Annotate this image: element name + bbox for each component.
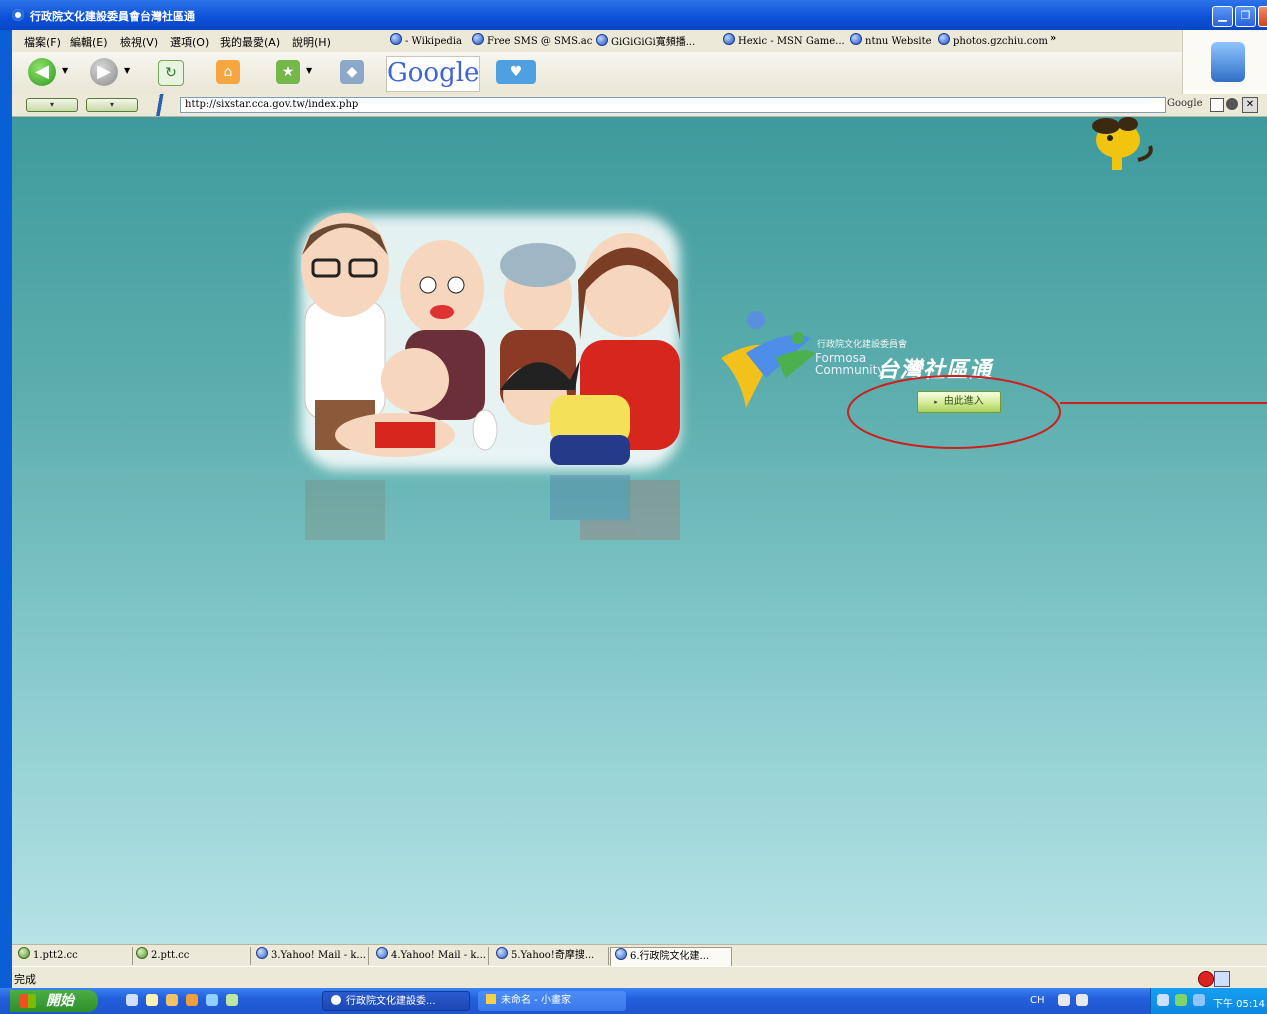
globe-icon xyxy=(596,34,608,46)
cube-icon[interactable]: ◆ xyxy=(340,60,364,84)
minimize-button[interactable]: ▁ xyxy=(1212,6,1233,27)
globe-icon xyxy=(938,33,950,45)
link-ntnu[interactable]: ntnu Website xyxy=(850,33,932,47)
quick-launch-ie-icon[interactable] xyxy=(126,994,138,1006)
formosa-community-logo xyxy=(721,311,816,408)
tab-icon xyxy=(615,948,627,960)
browser-logo-icon xyxy=(1211,42,1245,82)
tab-icon xyxy=(376,947,388,959)
ime-indicator[interactable]: CH xyxy=(1030,995,1045,1006)
link-photos[interactable]: photos.gzchiu.com xyxy=(938,33,1048,47)
back-dropdown-chevron-down-icon[interactable]: ▼ xyxy=(62,66,68,75)
windows-logo-icon xyxy=(20,994,36,1008)
dog-mascot-icon xyxy=(1092,117,1153,170)
taskbar: 開始 行政院文化建設委... 未命名 - 小畫家 CH 下午 05:14 xyxy=(0,988,1267,1014)
tab-bar: 1.ptt2.cc 2.ptt.cc 3.Yahoo! Mail - k... … xyxy=(12,944,1267,967)
ime-mode-icon[interactable] xyxy=(1058,994,1070,1006)
close-button[interactable] xyxy=(1258,6,1267,27)
tab-yahoo-mail-1[interactable]: 3.Yahoo! Mail - k... xyxy=(252,947,369,965)
tab-icon xyxy=(256,947,268,959)
tab-yahoo-mail-2[interactable]: 4.Yahoo! Mail - k... xyxy=(372,947,489,965)
forward-button[interactable]: ▶ xyxy=(90,58,118,86)
ie-icon xyxy=(12,9,24,21)
start-button[interactable]: 開始 xyxy=(10,990,98,1012)
kk-icon[interactable]: ♥ xyxy=(496,60,536,84)
maximize-button[interactable]: ❐ xyxy=(1235,6,1256,27)
tab-icon xyxy=(18,947,30,959)
google-toolbar-button[interactable]: Google xyxy=(386,56,480,92)
system-tray: 下午 05:14 xyxy=(1150,988,1267,1014)
quick-launch-mail-icon[interactable] xyxy=(146,994,158,1006)
task-paint-window[interactable]: 未命名 - 小畫家 xyxy=(478,991,626,1011)
menu-bar: 檔案(F) 編輯(E) 檢視(V) 選項(O) 我的最愛(A) 說明(H) - … xyxy=(12,30,1182,53)
tab-yahoo-search[interactable]: 5.Yahoo!奇摩搜... xyxy=(492,947,609,965)
quick-launch-desktop-icon[interactable] xyxy=(226,994,238,1006)
menu-favorites[interactable]: 我的最愛(A) xyxy=(220,34,280,50)
task-ie-window[interactable]: 行政院文化建設委... xyxy=(322,991,470,1011)
browser-brand-box xyxy=(1182,30,1267,94)
globe-icon xyxy=(390,33,402,45)
link-hexic[interactable]: Hexic - MSN Game... xyxy=(723,33,845,47)
family-illustration xyxy=(300,213,680,540)
globe-icon xyxy=(723,33,735,45)
tray-antivirus-icon[interactable] xyxy=(1175,994,1187,1006)
address-bar: ▾ ▾ http://sixstar.cca.gov.tw/index.php … xyxy=(12,94,1267,117)
tab-icon xyxy=(496,947,508,959)
mini-dropdown-2[interactable]: ▾ xyxy=(86,98,138,112)
quick-launch-app-icon[interactable] xyxy=(186,994,198,1006)
forward-dropdown-chevron-down-icon[interactable]: ▼ xyxy=(124,66,130,75)
link-wikipedia[interactable]: - Wikipedia xyxy=(390,33,462,47)
tab-icon xyxy=(136,947,148,959)
quick-launch-media-icon[interactable] xyxy=(206,994,218,1006)
ie-icon xyxy=(331,995,341,1005)
address-input[interactable]: http://sixstar.cca.gov.tw/index.php xyxy=(180,97,1166,113)
status-text: 完成 xyxy=(14,973,36,986)
globe-icon xyxy=(472,33,484,45)
tab-ptt[interactable]: 2.ptt.cc xyxy=(132,947,251,965)
address-divider xyxy=(148,94,174,116)
menu-edit[interactable]: 編輯(E) xyxy=(70,34,108,50)
google-search-label: Google xyxy=(1167,98,1203,109)
refresh-icon[interactable]: ↻ xyxy=(158,60,184,86)
page-icon[interactable] xyxy=(1210,98,1224,112)
security-zone-icon[interactable] xyxy=(1214,971,1230,987)
link-free-sms[interactable]: Free SMS @ SMS.ac xyxy=(472,33,592,47)
favorites-dropdown-chevron-down-icon[interactable]: ▼ xyxy=(306,66,312,75)
link-gigigigi[interactable]: GiGiGiGi寬頻播... xyxy=(596,33,695,48)
menu-options[interactable]: 選項(O) xyxy=(170,34,209,50)
status-bar: 完成 xyxy=(12,966,1267,989)
links-overflow-chevron-icon[interactable]: » xyxy=(1050,33,1056,44)
favorites-icon[interactable]: ★ xyxy=(276,60,300,84)
clock: 下午 05:14 xyxy=(1213,999,1265,1010)
tab-ptt2[interactable]: 1.ptt2.cc xyxy=(14,947,133,965)
popup-blocked-icon[interactable] xyxy=(1198,971,1214,987)
home-icon[interactable]: ⌂ xyxy=(216,60,240,84)
tray-network-icon[interactable] xyxy=(1157,994,1169,1006)
menu-file[interactable]: 檔案(F) xyxy=(24,34,61,50)
mini-dropdown-1[interactable]: ▾ xyxy=(26,98,78,112)
menu-help[interactable]: 說明(H) xyxy=(292,34,331,50)
menu-view[interactable]: 檢視(V) xyxy=(120,34,158,50)
tray-messenger-icon[interactable] xyxy=(1193,994,1205,1006)
window-title-bar[interactable]: 行政院文化建設委員會台灣社區通 ▁ ❐ xyxy=(0,0,1267,30)
org-name-label: 行政院文化建設委員會 xyxy=(817,340,908,350)
help-icon[interactable] xyxy=(1076,994,1088,1006)
window-title: 行政院文化建設委員會台灣社區通 xyxy=(30,10,195,23)
back-button[interactable]: ◀ xyxy=(28,58,56,86)
globe-icon xyxy=(850,33,862,45)
quick-launch-folder-icon[interactable] xyxy=(166,994,178,1006)
settings-icon[interactable] xyxy=(1226,98,1238,110)
tab-cca-active[interactable]: 6.行政院文化建... xyxy=(610,947,732,966)
close-icon[interactable]: ✕ xyxy=(1242,97,1258,113)
toolbar: ◀ ▼ ▶ ▼ ↻ ⌂ ★ ▼ ◆ Google ♥ xyxy=(12,52,1182,95)
paint-icon xyxy=(486,994,496,1004)
annotation-circle xyxy=(847,375,1267,449)
